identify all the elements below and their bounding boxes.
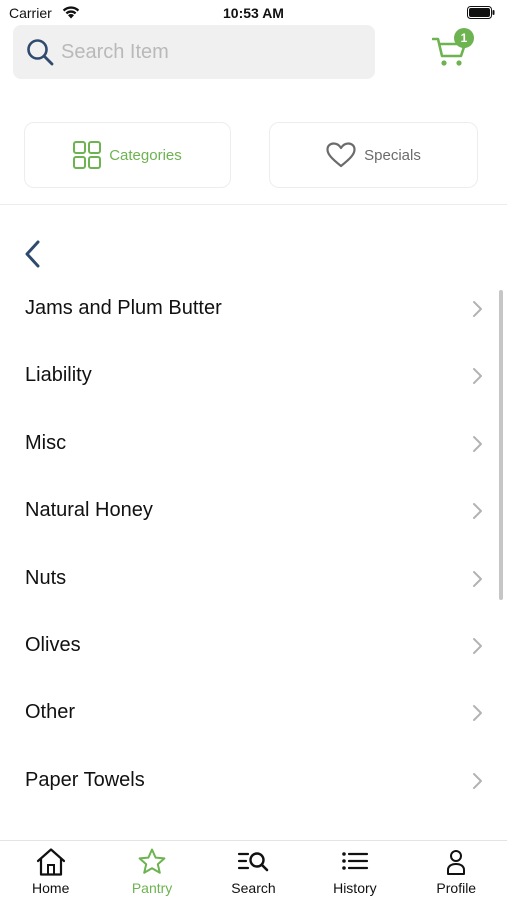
divider (0, 204, 507, 205)
nav-search-label: Search (231, 880, 276, 896)
nav-history[interactable]: History (304, 841, 405, 900)
search-bar[interactable] (13, 25, 375, 79)
status-time: 10:53 AM (223, 5, 284, 21)
status-bar: Carrier 10:53 AM (0, 0, 507, 26)
chevron-right-icon (473, 570, 482, 587)
list-item[interactable]: Natural Honey (0, 477, 507, 544)
nav-pantry-label: Pantry (131, 880, 173, 896)
list-item[interactable]: Paper Towels (0, 747, 507, 814)
chevron-right-icon (473, 637, 482, 654)
nav-profile-label: Profile (436, 880, 477, 896)
battery-icon (467, 6, 495, 19)
list-item[interactable]: Other (0, 679, 507, 746)
nav-search[interactable]: Search (203, 841, 304, 900)
chevron-right-icon (473, 368, 482, 385)
tab-specials-label: Specials (364, 146, 421, 164)
list-item-label: Misc (25, 431, 67, 454)
scrollbar[interactable] (499, 290, 503, 600)
category-list: Jams and Plum Butter Liability Misc Natu… (0, 275, 507, 814)
back-button[interactable] (18, 236, 52, 272)
search-icon (27, 39, 54, 66)
tab-specials[interactable]: Specials (269, 122, 478, 188)
cart-button[interactable]: 1 (430, 28, 478, 70)
list-item-label: Jams and Plum Butter (25, 297, 222, 319)
nav-profile[interactable]: Profile (406, 841, 507, 900)
tab-categories[interactable]: Categories (24, 122, 231, 188)
list-item-label: Liability (25, 364, 92, 387)
chevron-right-icon (473, 772, 482, 789)
heart-icon (326, 142, 356, 168)
list-item-label: Natural Honey (25, 499, 153, 522)
nav-home-label: Home (32, 880, 70, 896)
nav-pantry[interactable]: Pantry (101, 841, 202, 900)
list-search-icon (238, 852, 269, 872)
nav-history-label: History (333, 880, 377, 896)
bottom-nav: Home Pantry Search History Profile (0, 840, 507, 900)
list-item[interactable]: Misc (0, 410, 507, 477)
chevron-left-icon (25, 240, 40, 268)
star-icon (138, 848, 166, 874)
chevron-right-icon (473, 705, 482, 722)
chevron-right-icon (473, 503, 482, 520)
nav-home[interactable]: Home (0, 841, 101, 900)
list-item[interactable]: Jams and Plum Butter (0, 275, 507, 342)
list-item[interactable]: Nuts (0, 545, 507, 612)
list-item[interactable]: Olives (0, 612, 507, 679)
person-icon (447, 850, 466, 875)
list-item-label: Olives (25, 633, 81, 656)
home-icon (36, 848, 65, 876)
list-item-label: Paper Towels (25, 768, 145, 791)
list-item[interactable]: Liability (0, 342, 507, 409)
search-input[interactable] (61, 25, 361, 79)
list-item-label: Nuts (25, 566, 67, 589)
list-icon (342, 852, 368, 870)
tab-categories-label: Categories (109, 146, 182, 164)
chevron-right-icon (473, 435, 482, 452)
list-item-label: Other (25, 701, 76, 724)
chevron-right-icon (473, 301, 482, 317)
cart-count-badge: 1 (454, 28, 474, 48)
grid-icon (73, 141, 102, 169)
